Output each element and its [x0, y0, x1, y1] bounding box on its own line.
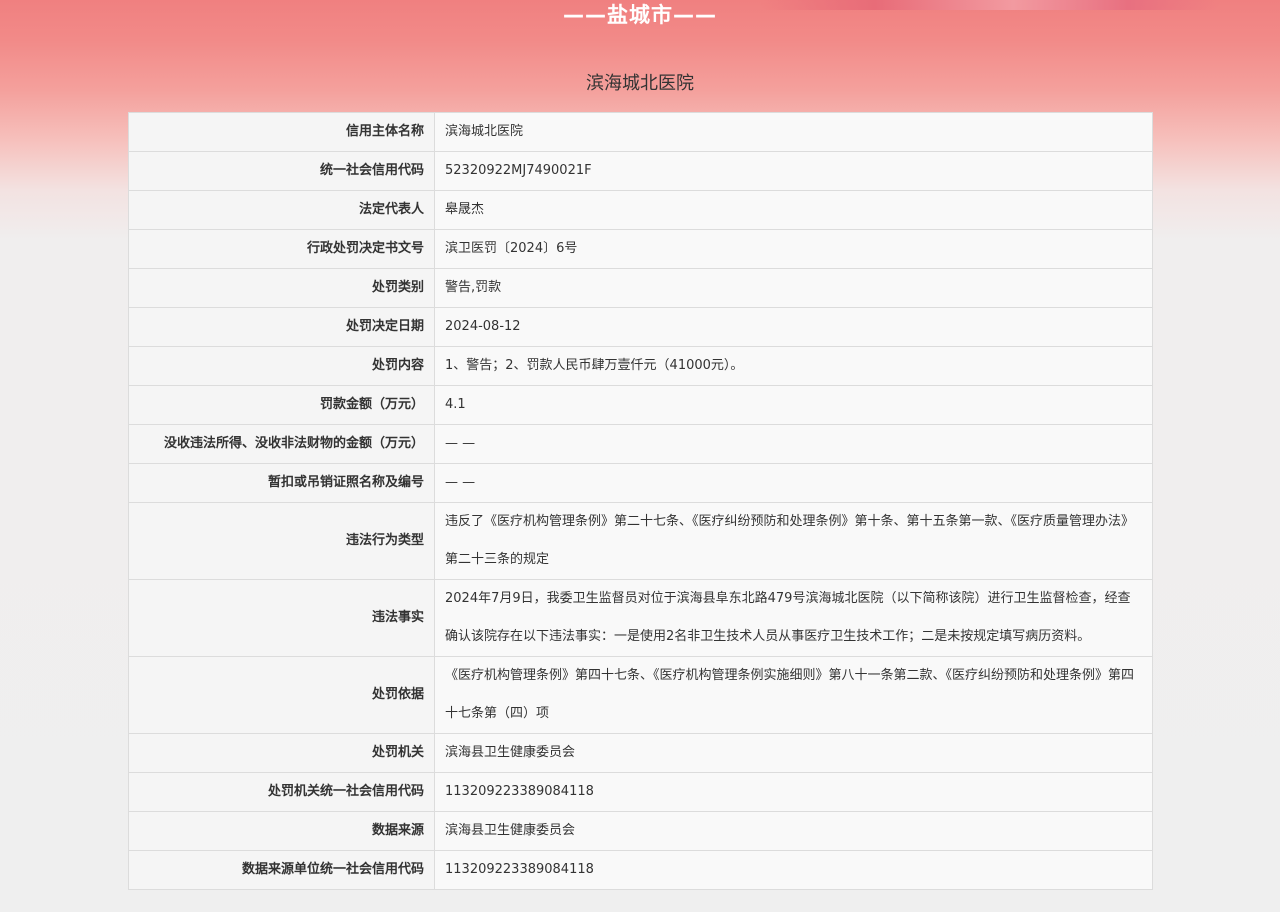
row-label: 法定代表人 — [128, 190, 435, 230]
row-label: 行政处罚决定书文号 — [128, 229, 435, 269]
row-label: 信用主体名称 — [128, 112, 435, 152]
row-value: 2024-08-12 — [434, 307, 1153, 347]
row-value: — — — [434, 463, 1153, 503]
row-label: 处罚决定日期 — [128, 307, 435, 347]
table-row-penalty-basis: 处罚依据 《医疗机构管理条例》第四十七条、《医疗机构管理条例实施细则》第八十一条… — [128, 656, 1153, 734]
row-label: 违法行为类型 — [128, 502, 435, 580]
row-value: 皋晟杰 — [434, 190, 1153, 230]
table-row-confiscation-amount: 没收违法所得、没收非法财物的金额（万元） — — — [128, 424, 1153, 464]
row-label: 没收违法所得、没收非法财物的金额（万元） — [128, 424, 435, 464]
table-row-decision-date: 处罚决定日期 2024-08-12 — [128, 307, 1153, 347]
table-row-violation-facts: 违法事实 2024年7月9日，我委卫生监督员对位于滨海县阜东北路479号滨海城北… — [128, 579, 1153, 657]
page-title: 滨海城北医院 — [586, 73, 694, 94]
credit-info-table: 信用主体名称 滨海城北医院 统一社会信用代码 52320922MJ7490021… — [128, 112, 1153, 890]
row-value: 1、警告；2、罚款人民币肆万壹仟元（41000元）。 — [434, 346, 1153, 386]
row-label: 处罚内容 — [128, 346, 435, 386]
table-row-decision-number: 行政处罚决定书文号 滨卫医罚〔2024〕6号 — [128, 229, 1153, 269]
row-value: 113209223389084118 — [434, 850, 1153, 890]
row-value: — — — [434, 424, 1153, 464]
table-row-subject-name: 信用主体名称 滨海城北医院 — [128, 112, 1153, 152]
row-value: 52320922MJ7490021F — [434, 151, 1153, 191]
row-label: 处罚机关统一社会信用代码 — [128, 772, 435, 812]
table-row-violation-type: 违法行为类型 违反了《医疗机构管理条例》第二十七条、《医疗纠纷预防和处理条例》第… — [128, 502, 1153, 580]
table-row-legal-representative: 法定代表人 皋晟杰 — [128, 190, 1153, 230]
row-label: 处罚类别 — [128, 268, 435, 308]
row-label: 暂扣或吊销证照名称及编号 — [128, 463, 435, 503]
row-value: 113209223389084118 — [434, 772, 1153, 812]
city-title: ——盐城市—— — [563, 3, 717, 27]
table-row-authority-credit-code: 处罚机关统一社会信用代码 113209223389084118 — [128, 772, 1153, 812]
row-value: 违反了《医疗机构管理条例》第二十七条、《医疗纠纷预防和处理条例》第十条、第十五条… — [434, 502, 1153, 580]
row-value: 4.1 — [434, 385, 1153, 425]
row-value: 2024年7月9日，我委卫生监督员对位于滨海县阜东北路479号滨海城北医院（以下… — [434, 579, 1153, 657]
row-label: 数据来源单位统一社会信用代码 — [128, 850, 435, 890]
row-value: 滨海县卫生健康委员会 — [434, 733, 1153, 773]
row-value: 滨海县卫生健康委员会 — [434, 811, 1153, 851]
table-row-data-source: 数据来源 滨海县卫生健康委员会 — [128, 811, 1153, 851]
row-value: 警告,罚款 — [434, 268, 1153, 308]
row-label: 违法事实 — [128, 579, 435, 657]
table-row-fine-amount: 罚款金额（万元） 4.1 — [128, 385, 1153, 425]
table-row-source-credit-code: 数据来源单位统一社会信用代码 113209223389084118 — [128, 850, 1153, 890]
row-value: 《医疗机构管理条例》第四十七条、《医疗机构管理条例实施细则》第八十一条第二款、《… — [434, 656, 1153, 734]
table-row-penalty-type: 处罚类别 警告,罚款 — [128, 268, 1153, 308]
row-value: 滨卫医罚〔2024〕6号 — [434, 229, 1153, 269]
table-row-license-revocation: 暂扣或吊销证照名称及编号 — — — [128, 463, 1153, 503]
row-label: 统一社会信用代码 — [128, 151, 435, 191]
table-row-penalty-content: 处罚内容 1、警告；2、罚款人民币肆万壹仟元（41000元）。 — [128, 346, 1153, 386]
row-label: 罚款金额（万元） — [128, 385, 435, 425]
row-label: 处罚依据 — [128, 656, 435, 734]
row-value: 滨海城北医院 — [434, 112, 1153, 152]
row-label: 处罚机关 — [128, 733, 435, 773]
table-row-penalty-authority: 处罚机关 滨海县卫生健康委员会 — [128, 733, 1153, 773]
row-label: 数据来源 — [128, 811, 435, 851]
table-row-credit-code: 统一社会信用代码 52320922MJ7490021F — [128, 151, 1153, 191]
